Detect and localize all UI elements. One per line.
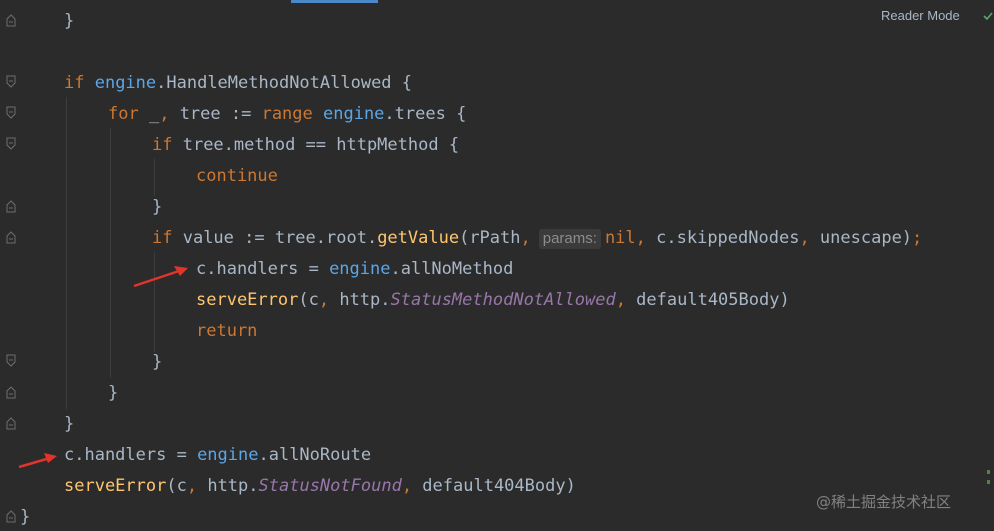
code-token: , — [615, 290, 637, 310]
code-token: if — [64, 73, 95, 93]
watermark: @稀土掘金技术社区 — [816, 493, 952, 511]
fold-marker-icon[interactable] — [6, 106, 16, 120]
fold-marker-icon[interactable] — [6, 13, 16, 27]
code-token: engine — [329, 259, 391, 279]
code-token: default405Body) — [636, 290, 790, 310]
code-line: } — [64, 414, 74, 434]
code-line: } — [152, 197, 162, 217]
code-editor[interactable]: Reader Mode } if engine.HandleMethodNotA… — [0, 0, 994, 531]
red-arrow-icon — [133, 266, 188, 288]
code-line: serveError(c, http.StatusMethodNotAllowe… — [196, 290, 790, 310]
fold-marker-icon[interactable] — [6, 354, 16, 368]
indent-guide — [154, 159, 155, 196]
code-token: value := tree.root. — [182, 228, 378, 248]
fold-marker-icon[interactable] — [6, 75, 16, 89]
code-token: StatusMethodNotAllowed — [390, 290, 616, 310]
code-token: } — [152, 197, 163, 217]
code-token: unescape) — [819, 228, 913, 248]
fold-marker-icon[interactable] — [6, 509, 16, 523]
code-token: c.handlers = — [196, 259, 330, 279]
code-line: c.handlers = engine.allNoMethod — [196, 259, 513, 279]
code-token: if — [152, 135, 183, 155]
error-stripe-mark — [987, 470, 990, 474]
code-token: c.skippedNodes — [656, 228, 800, 248]
code-token: engine — [323, 104, 385, 124]
code-token: .HandleMethodNotAllowed { — [156, 73, 413, 93]
code-token: engine — [197, 445, 259, 465]
code-line: if engine.HandleMethodNotAllowed { — [64, 73, 412, 93]
code-token: , — [799, 228, 820, 248]
code-token: engine — [94, 73, 157, 93]
code-line: for _, tree := range engine.trees { — [108, 104, 466, 124]
code-token: default404Body) — [422, 476, 576, 496]
reader-mode-button[interactable]: Reader Mode — [881, 8, 960, 23]
code-token: (rPath — [459, 228, 521, 248]
code-token: } — [108, 383, 119, 403]
code-token: (c — [166, 476, 187, 496]
code-token: return — [196, 321, 258, 341]
fold-marker-icon[interactable] — [6, 416, 16, 430]
code-token: .trees { — [384, 104, 467, 124]
indent-guide — [110, 128, 111, 378]
code-token: getValue — [377, 228, 460, 248]
code-token: serveError — [196, 290, 299, 310]
code-token: .allNoRoute — [258, 445, 372, 465]
code-line: } — [152, 352, 162, 372]
indent-guide — [66, 97, 67, 409]
code-token: nil — [604, 228, 636, 248]
parameter-hint: params: — [538, 229, 601, 249]
code-token: http. — [339, 290, 391, 310]
code-token: for — [108, 104, 149, 124]
code-token: c.handlers = — [64, 445, 198, 465]
tab-accent-bar — [291, 0, 378, 3]
code-token: StatusNotFound — [258, 476, 402, 496]
fold-marker-icon[interactable] — [6, 199, 16, 213]
code-token: } — [152, 352, 163, 372]
code-line: c.handlers = engine.allNoRoute — [64, 445, 371, 465]
fold-marker-icon[interactable] — [6, 385, 16, 399]
code-token: .allNoMethod — [390, 259, 514, 279]
code-token: , — [318, 290, 340, 310]
code-token: ; — [912, 228, 923, 248]
fold-marker-icon[interactable] — [6, 230, 16, 244]
code-token: , — [159, 104, 180, 124]
check-icon — [983, 12, 993, 21]
code-line: } — [108, 383, 118, 403]
code-line: } — [64, 11, 74, 31]
error-stripe-mark — [987, 480, 990, 484]
code-token: tree.method == httpMethod { — [182, 135, 460, 155]
code-token: , — [635, 228, 657, 248]
code-line: continue — [196, 166, 278, 186]
code-token: tree := — [179, 104, 262, 124]
code-line: if value := tree.root.getValue(rPath, par… — [152, 228, 922, 249]
code-line: return — [196, 321, 257, 341]
code-token: http. — [207, 476, 259, 496]
code-token: , — [186, 476, 208, 496]
code-token: } — [64, 414, 75, 434]
code-token: serveError — [64, 476, 167, 496]
code-token: , — [401, 476, 423, 496]
code-token: (c — [298, 290, 319, 310]
code-line: } — [20, 507, 30, 527]
code-token: , — [520, 228, 531, 248]
code-token: } — [20, 507, 31, 527]
code-token: } — [64, 11, 75, 31]
code-token: _ — [148, 104, 160, 124]
code-token: continue — [196, 166, 278, 186]
code-line: serveError(c, http.StatusNotFound, defau… — [64, 476, 576, 496]
code-line: if tree.method == httpMethod { — [152, 135, 459, 155]
red-arrow-icon — [18, 453, 57, 469]
code-token: if — [152, 228, 183, 248]
fold-marker-icon[interactable] — [6, 137, 16, 151]
code-token: range — [261, 104, 323, 124]
